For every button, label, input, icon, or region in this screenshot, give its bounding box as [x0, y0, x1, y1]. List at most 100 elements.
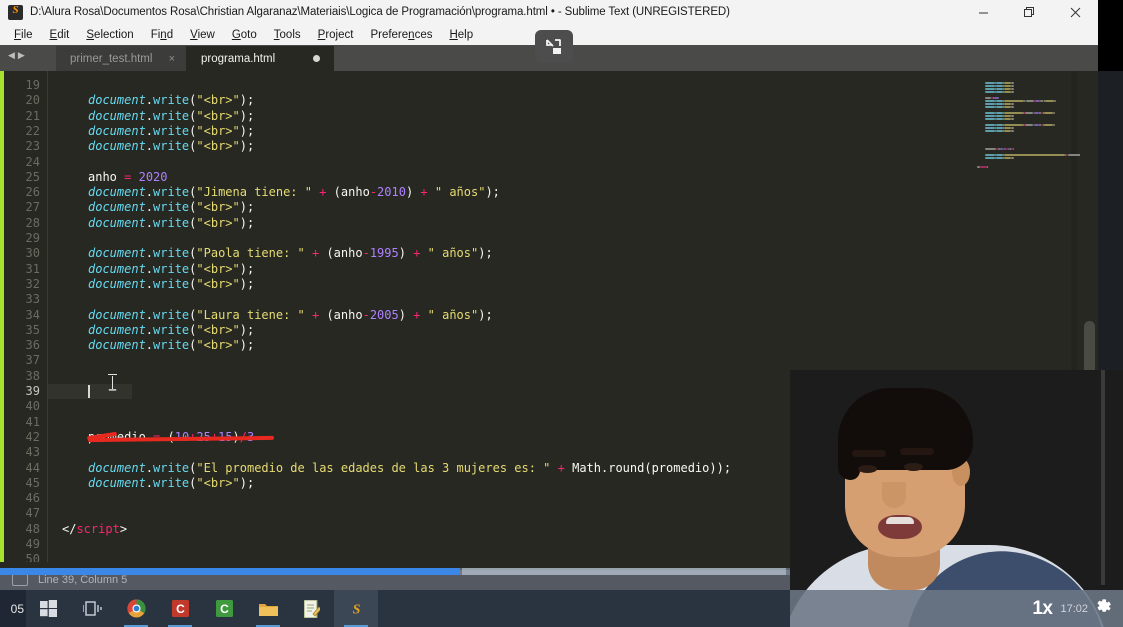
- minimap-token: [985, 82, 995, 84]
- minimap-token: [996, 112, 1003, 114]
- file-explorer-button[interactable]: [246, 590, 290, 627]
- menu-edit[interactable]: Edit: [50, 29, 70, 41]
- code-token-fn: write: [153, 93, 190, 108]
- person-mouth: [878, 515, 922, 539]
- tab-label: programa.html: [201, 52, 276, 65]
- code-line: document.write("Jimena tiene: " + (anho-…: [88, 185, 500, 200]
- notepad-button[interactable]: [290, 590, 334, 627]
- person-eyebrow-left: [852, 450, 886, 457]
- taskbar-clock-fragment: 05: [0, 590, 26, 627]
- code-token-op: +: [420, 185, 428, 200]
- code-token-plain: .: [145, 200, 154, 215]
- minimap-token: [1053, 100, 1057, 102]
- code-token-fn: write: [153, 139, 190, 154]
- code-token-str: "<br>": [196, 123, 240, 138]
- minimap-token: [1026, 100, 1034, 102]
- code-token-fn: write: [153, 338, 190, 353]
- video-time-label: 17:02: [1060, 602, 1088, 615]
- minimap-token: [1012, 148, 1014, 150]
- picture-in-picture-button[interactable]: [535, 30, 573, 63]
- code-token-tagname: script: [76, 521, 120, 536]
- chrome-button[interactable]: [114, 590, 158, 627]
- code-token-tag: </: [62, 521, 77, 536]
- code-token-obj: document: [88, 215, 146, 230]
- menu-file[interactable]: File: [14, 29, 33, 41]
- code-token-plain: .: [145, 215, 154, 230]
- menu-preferences[interactable]: Preferences: [370, 29, 432, 41]
- code-token-num: 2020: [138, 169, 168, 184]
- code-token-str: "<br>": [196, 108, 240, 123]
- code-line: document.write("<br>");: [88, 200, 254, 215]
- menu-selection[interactable]: Selection: [86, 29, 133, 41]
- tab-prev-icon[interactable]: ◀: [8, 51, 15, 60]
- menu-view[interactable]: View: [190, 29, 215, 41]
- minimap-token: [1011, 85, 1014, 87]
- code-token-fn: write: [153, 460, 190, 475]
- close-button[interactable]: [1052, 0, 1098, 24]
- code-token-op: -: [362, 246, 370, 261]
- code-token-str: "<br>": [196, 475, 240, 490]
- minimap-token: [996, 85, 1003, 87]
- minimap-token: [1045, 100, 1054, 102]
- code-token-obj: document: [88, 322, 146, 337]
- code-line: document.write("Paola tiene: " + (anho-1…: [88, 246, 493, 261]
- svg-text:C: C: [176, 602, 185, 616]
- minimap-token: [985, 100, 995, 102]
- gear-icon[interactable]: [1094, 597, 1113, 621]
- app-green-button[interactable]: C: [202, 590, 246, 627]
- code-token-fn: write: [153, 215, 190, 230]
- menu-tools[interactable]: Tools: [274, 29, 301, 41]
- mouse-ibeam-cursor: [108, 374, 117, 391]
- svg-text:C: C: [220, 602, 229, 616]
- code-token-obj: document: [88, 108, 146, 123]
- minimap-token: [996, 91, 1003, 93]
- playback-speed-label[interactable]: 1x: [1032, 598, 1053, 620]
- code-token-plain: );: [239, 322, 255, 337]
- code-token-str: "<br>": [196, 200, 240, 215]
- tab-unsaved-dot-icon: [313, 55, 320, 62]
- minimize-button[interactable]: [960, 0, 1006, 24]
- tab-close-icon[interactable]: ×: [169, 53, 175, 65]
- code-token-obj: document: [88, 338, 146, 353]
- code-token-str: "<br>": [196, 322, 240, 337]
- code-token-plain: .: [145, 185, 154, 200]
- minimap-token: [1003, 103, 1012, 105]
- line-number: 21: [25, 108, 40, 123]
- code-token-obj: document: [88, 185, 146, 200]
- tab-primer-test-html[interactable]: primer_test.html ×: [56, 46, 188, 71]
- tab-next-icon[interactable]: ▶: [18, 51, 25, 60]
- minimap-token: [1025, 124, 1033, 126]
- minimap-token: [985, 88, 995, 90]
- code-token-plain: .: [145, 246, 154, 261]
- webcam-overlay[interactable]: 1x 17:02: [790, 370, 1123, 627]
- minimap-token: [996, 154, 1003, 156]
- code-token-fn: write: [153, 261, 190, 276]
- minimap-token: [1003, 100, 1024, 102]
- code-token-op: -: [362, 307, 370, 322]
- tab-programa-html[interactable]: programa.html: [186, 46, 334, 71]
- start-button[interactable]: [26, 590, 70, 627]
- code-token-plain: ): [405, 185, 421, 200]
- restore-button[interactable]: [1006, 0, 1052, 24]
- menubar-edge-filler: [1098, 24, 1123, 45]
- line-number: 23: [25, 139, 40, 154]
- menu-help[interactable]: Help: [449, 29, 473, 41]
- task-view-button[interactable]: [70, 590, 114, 627]
- line-number: 38: [25, 368, 40, 383]
- sublime-text-button[interactable]: S: [334, 590, 378, 627]
- minimap-token: [985, 148, 997, 150]
- window-controls: [960, 0, 1098, 24]
- video-control-bar: 1x 17:02: [790, 590, 1123, 627]
- code-token-str: "<br>": [196, 261, 240, 276]
- menu-find[interactable]: Find: [151, 29, 173, 41]
- tab-nav-arrows[interactable]: ◀ ▶: [8, 51, 25, 60]
- line-number: 34: [25, 307, 40, 322]
- code-token-str: "Paola tiene: ": [196, 246, 305, 261]
- code-line: document.write("El promedio de las edade…: [88, 461, 731, 476]
- menu-project[interactable]: Project: [318, 29, 354, 41]
- app-red-button[interactable]: C: [158, 590, 202, 627]
- menu-goto[interactable]: Goto: [232, 29, 257, 41]
